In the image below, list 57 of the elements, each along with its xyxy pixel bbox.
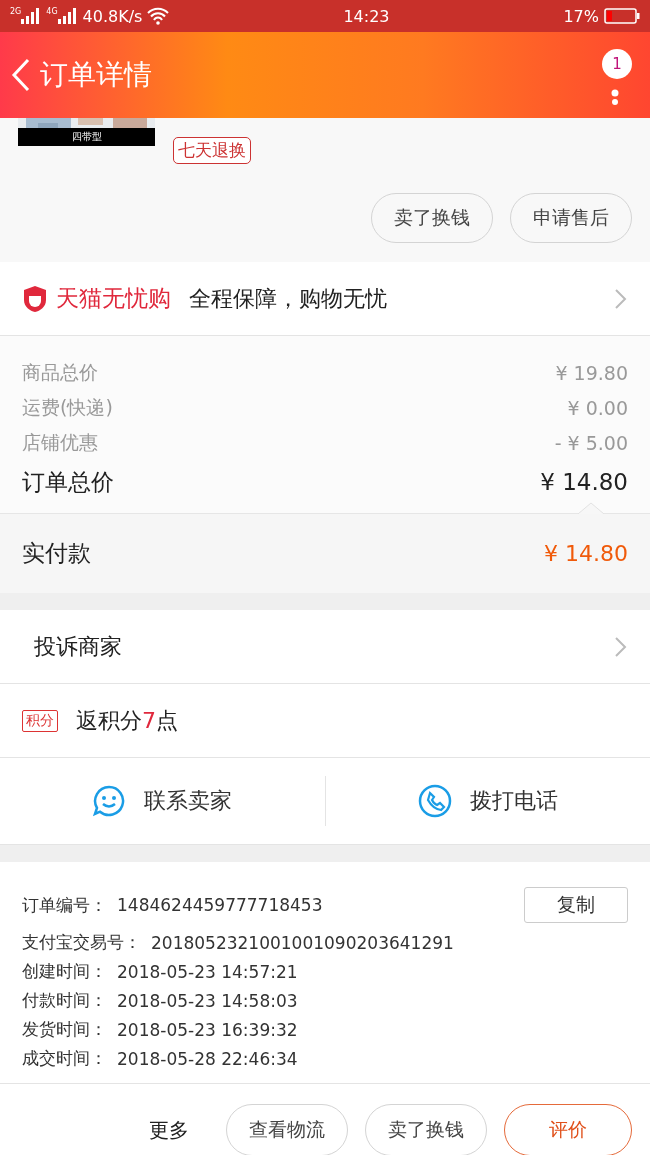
info-label: 付款时间： [22,989,107,1012]
chevron-icon [614,635,628,658]
price-value: ¥ 14.80 [540,469,628,495]
brand-name: 天猫无忧购 [56,284,171,313]
image-caption: 四带型 [18,128,155,146]
back-icon[interactable] [10,57,32,93]
price-label: 店铺优惠 [22,429,98,455]
guarantee-slogan: 全程保障，购物无忧 [189,284,387,313]
info-value: 2018-05-23 14:57:21 [117,961,298,982]
call-button[interactable]: 拨打电话 [325,758,650,844]
action-button[interactable]: 卖了换钱 [371,193,493,243]
info-value: 1484624459777718453 [117,895,323,915]
price-value: ¥ 19.80 [555,361,628,384]
network-label: 4G [46,8,58,16]
chevron-icon [614,287,628,310]
paid-amount: ¥ 14.80 [544,541,628,566]
contact-button[interactable]: 联系卖家 [0,758,325,844]
points-badge: 积分 [22,709,58,732]
battery-percent: 17% [563,6,599,26]
paid-label: 实付款 [22,539,91,568]
return-tag: 七天退换 [173,137,251,164]
more-button[interactable]: 更多 [143,1115,195,1145]
copy-button[interactable]: 复制 [524,887,628,923]
action-button[interactable]: 申请售后 [510,193,632,243]
network-label: 2G [10,8,22,16]
info-label: 创建时间： [22,960,107,983]
price-label: 运费(快递) [22,394,113,420]
info-value: 2018-05-28 22:46:34 [117,1048,298,1069]
page-title: 订单详情 [40,57,152,93]
signal-icon [57,8,78,24]
info-label: 成交时间： [22,1047,107,1070]
info-label: 支付宝交易号： [22,931,141,954]
guarantee-row[interactable]: 天猫无忧购 全程保障，购物无忧 [0,262,650,336]
info-label: 订单编号： [22,893,107,917]
wifi-icon [147,7,170,25]
info-value: 2018-05-23 16:39:32 [117,1019,298,1040]
clock: 14:23 [343,6,390,26]
action-button[interactable]: 查看物流 [226,1104,348,1155]
signal-icon [21,8,42,24]
info-value: 2018-05-23 14:58:03 [117,990,298,1011]
complaint-row[interactable]: 投诉商家 [0,610,650,684]
phone-icon [417,784,452,818]
notification-badge: 1 [602,49,632,79]
price-value: - ¥ 5.00 [554,431,628,454]
price-label: 订单总价 [22,467,114,497]
action-button[interactable]: 评价 [504,1104,632,1155]
info-label: 发货时间： [22,1018,107,1041]
complaint-label: 投诉商家 [34,632,122,661]
points-text: 返积分7点 [76,706,178,735]
battery-icon [604,8,640,24]
network-speed: 40.8K/s [82,6,143,26]
price-value: ¥ 0.00 [567,396,628,419]
price-label: 商品总价 [22,359,98,385]
shield-icon [22,284,48,313]
action-button[interactable]: 卖了换钱 [365,1104,487,1155]
info-value: 2018052321001001090203641291 [151,932,454,953]
chat-icon [92,784,127,818]
